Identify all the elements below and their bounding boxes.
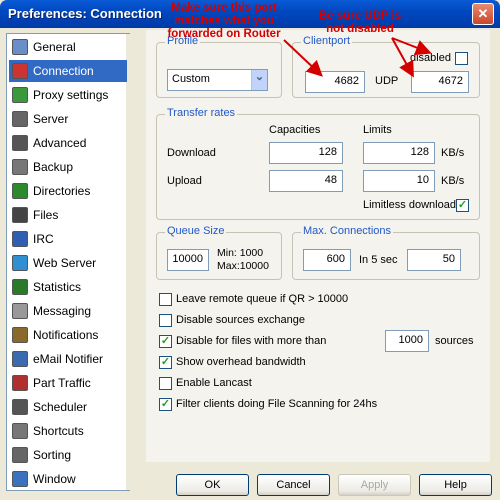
port-arrow bbox=[283, 39, 323, 77]
udp-port-arrow bbox=[391, 37, 414, 78]
udp-disabled-arrow bbox=[391, 37, 432, 56]
annotation-arrows bbox=[283, 37, 432, 78]
